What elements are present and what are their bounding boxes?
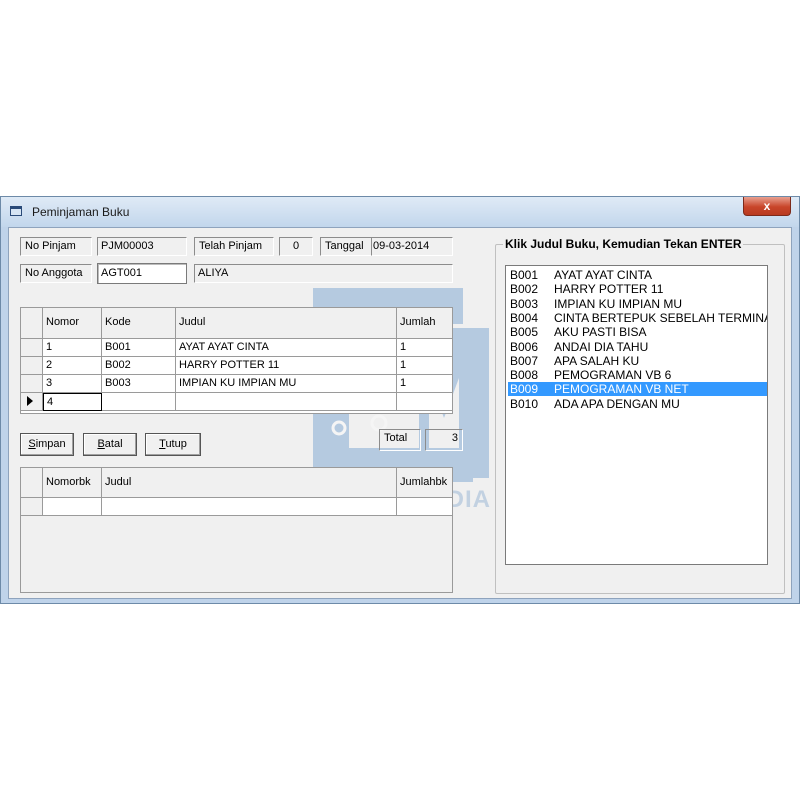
row-selector[interactable]	[21, 375, 43, 393]
telah-pinjam-value: 0	[279, 237, 313, 256]
simpan-button[interactable]: Simpan	[20, 433, 74, 456]
form-client-area: EDISON MEDIA No Pinjam PJM00003 Telah Pi…	[8, 227, 792, 599]
no-anggota-label: No Anggota	[20, 264, 92, 283]
book-code: B003	[510, 296, 539, 311]
book-code: B002	[510, 282, 539, 297]
nama-anggota-value: ALIYA	[194, 264, 453, 283]
list-item[interactable]: B002 HARRY POTTER 11	[508, 282, 767, 297]
table-cell-judul[interactable]: AYAT AYAT CINTA	[176, 339, 397, 357]
tanggal-value: 09-03-2014	[371, 237, 453, 256]
tutup-button[interactable]: Tutup	[145, 433, 201, 456]
column-header-nomorbk[interactable]: Nomorbk	[43, 468, 102, 498]
batal-button[interactable]: Batal	[83, 433, 137, 456]
table-cell-jumlah[interactable]	[397, 393, 452, 411]
book-title: IMPIAN KU IMPIAN MU	[554, 296, 683, 311]
column-header-nomor[interactable]: Nomor	[43, 308, 102, 339]
table-cell-nomorbk[interactable]	[43, 498, 102, 516]
book-list-title: Klik Judul Buku, Kemudian Tekan ENTER	[503, 237, 744, 251]
column-header-judul[interactable]: Judul	[176, 308, 397, 339]
book-title: PEMOGRAMAN VB NET	[554, 382, 689, 397]
table-cell-jumlah[interactable]: 1	[397, 375, 452, 393]
list-item[interactable]: B006 ANDAI DIA TAHU	[508, 339, 767, 354]
book-title: HARRY POTTER 11	[554, 282, 664, 297]
table-cell-nomor[interactable]: 4	[43, 393, 102, 411]
table-cell-kode[interactable]: B001	[102, 339, 176, 357]
table-cell-nomor[interactable]: 1	[43, 339, 102, 357]
tutup-label: utup	[165, 438, 187, 450]
book-title: AKU PASTI BISA	[554, 325, 647, 340]
app-icon	[10, 206, 22, 216]
simpan-label: impan	[35, 438, 66, 450]
table-cell-jumlahbk[interactable]	[397, 498, 452, 516]
simpan-access-key: S	[28, 438, 36, 450]
row-pointer-icon	[27, 396, 33, 406]
column-header-jumlah[interactable]: Jumlah	[397, 308, 452, 339]
table-cell-judul[interactable]: HARRY POTTER 11	[176, 357, 397, 375]
column-header-judul[interactable]: Judul	[102, 468, 397, 498]
no-anggota-input[interactable]: AGT001	[97, 263, 187, 284]
book-title: APA SALAH KU	[554, 353, 640, 368]
batal-access-key: B	[97, 438, 105, 450]
book-code: B004	[510, 310, 539, 325]
table-cell-nomor[interactable]: 2	[43, 357, 102, 375]
main-window: Peminjaman Buku x EDISON MEDIA No Pinjam…	[0, 196, 800, 604]
book-code: B009	[510, 382, 539, 397]
list-item[interactable]: B008 PEMOGRAMAN VB 6	[508, 368, 767, 383]
book-code: B006	[510, 339, 539, 354]
table-cell-jumlah[interactable]: 1	[397, 339, 452, 357]
batal-label: atal	[104, 438, 123, 450]
book-code: B010	[510, 396, 539, 411]
row-selector[interactable]	[21, 339, 43, 357]
book-title: ANDAI DIA TAHU	[554, 339, 649, 354]
detail-grid[interactable]: Nomorbk Judul Jumlahbk	[20, 467, 453, 593]
telah-pinjam-label: Telah Pinjam	[194, 237, 274, 256]
table-cell-judul[interactable]	[176, 393, 397, 411]
current-row-indicator[interactable]	[21, 393, 43, 411]
list-item[interactable]: B010 ADA APA DENGAN MU	[508, 396, 767, 411]
list-item[interactable]: B007 APA SALAH KU	[508, 353, 767, 368]
total-value: 3	[425, 429, 463, 451]
table-cell-judul[interactable]: IMPIAN KU IMPIAN MU	[176, 375, 397, 393]
column-header-jumlahbk[interactable]: Jumlahbk	[397, 468, 452, 498]
row-selector[interactable]	[21, 357, 43, 375]
grid-row-header-corner	[21, 308, 43, 339]
book-title: PEMOGRAMAN VB 6	[554, 368, 672, 383]
book-code: B007	[510, 353, 539, 368]
book-listbox[interactable]: B001 AYAT AYAT CINTA B002 HARRY POTTER 11 B0…	[505, 265, 768, 565]
list-item[interactable]: B001 AYAT AYAT CINTA	[508, 268, 767, 282]
table-cell-kode[interactable]: B002	[102, 357, 176, 375]
list-item[interactable]: B009 PEMOGRAMAN VB NET	[508, 382, 767, 397]
book-code: B008	[510, 368, 539, 383]
close-button[interactable]: x	[743, 197, 791, 216]
total-label: Total	[379, 429, 421, 451]
list-item[interactable]: B005 AKU PASTI BISA	[508, 325, 767, 340]
no-pinjam-value: PJM00003	[97, 237, 187, 256]
book-code: B001	[510, 268, 539, 282]
row-selector[interactable]	[21, 498, 43, 516]
window-title: Peminjaman Buku	[32, 205, 130, 219]
column-header-kode[interactable]: Kode	[102, 308, 176, 339]
table-cell-kode[interactable]: B003	[102, 375, 176, 393]
book-title: CINTA BERTEPUK SEBELAH TERMINAL	[554, 310, 768, 325]
list-item[interactable]: B003 IMPIAN KU IMPIAN MU	[508, 296, 767, 311]
table-cell-jumlah[interactable]: 1	[397, 357, 452, 375]
title-bar[interactable]: Peminjaman Buku x	[1, 197, 799, 227]
book-title: AYAT AYAT CINTA	[554, 268, 653, 282]
loan-grid[interactable]: Nomor Kode Judul Jumlah 1 B001 AYAT AYAT…	[20, 307, 453, 414]
no-pinjam-label: No Pinjam	[20, 237, 92, 256]
table-cell-judul[interactable]	[102, 498, 397, 516]
tanggal-label: Tanggal	[320, 237, 372, 256]
table-cell-nomor[interactable]: 3	[43, 375, 102, 393]
list-item[interactable]: B004 CINTA BERTEPUK SEBELAH TERMINAL	[508, 310, 768, 325]
grid-row-header-corner	[21, 468, 43, 498]
table-cell-kode[interactable]	[102, 393, 176, 411]
book-code: B005	[510, 325, 539, 340]
book-title: ADA APA DENGAN MU	[554, 396, 680, 411]
